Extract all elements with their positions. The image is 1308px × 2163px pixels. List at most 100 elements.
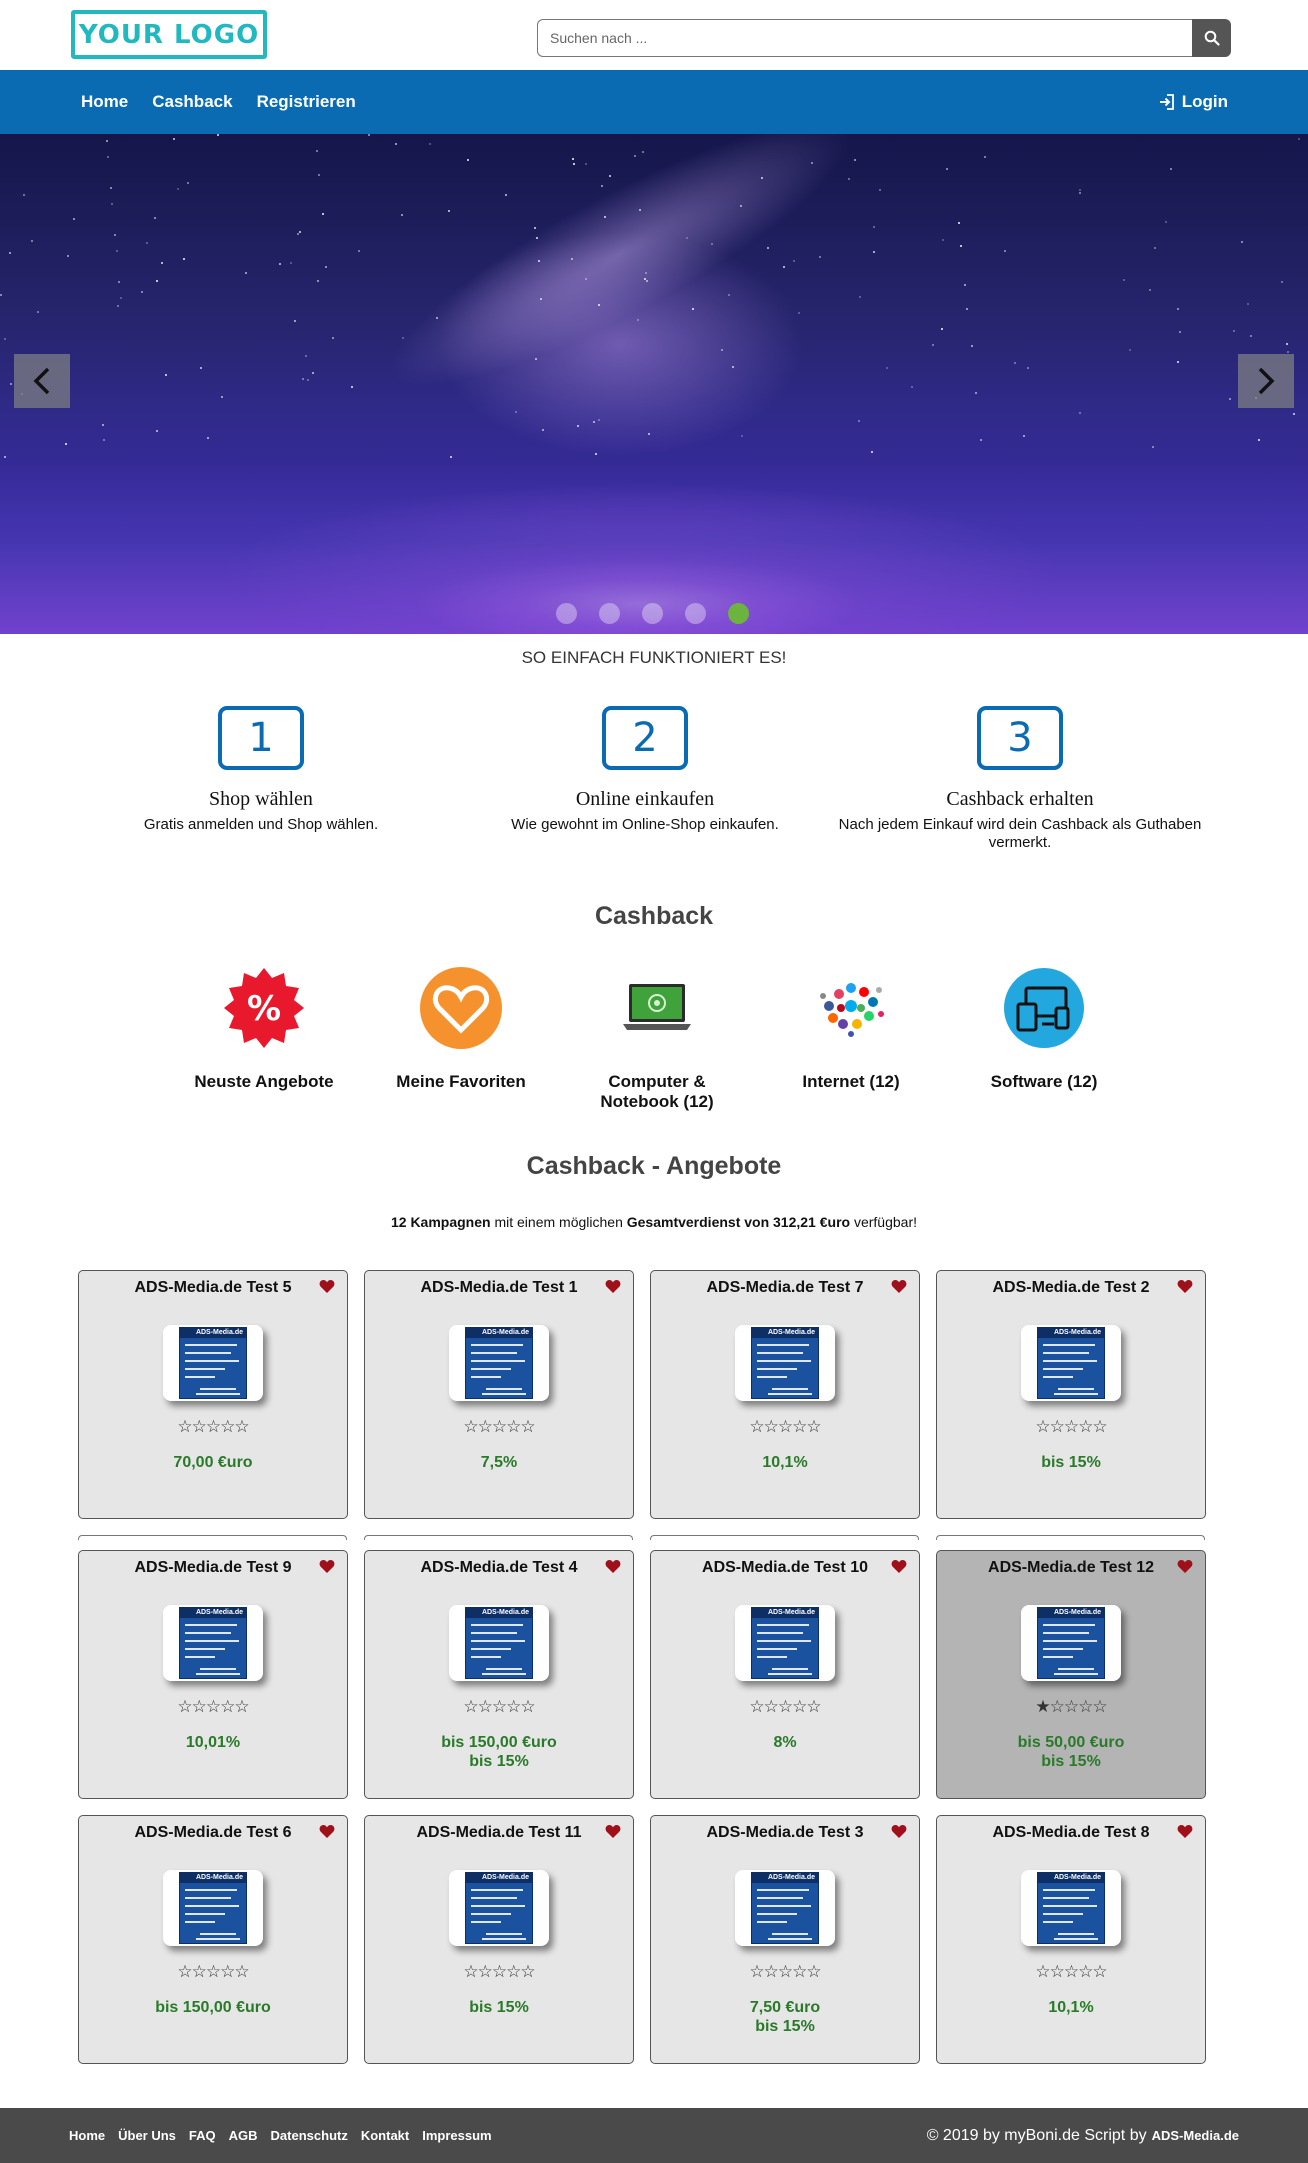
favorite-heart-icon[interactable] (1177, 1279, 1193, 1299)
footer-link-datenschutz[interactable]: Datenschutz (271, 2128, 348, 2143)
carousel-indicator[interactable] (599, 603, 620, 624)
favorite-heart-icon[interactable] (319, 1824, 335, 1844)
offer-card[interactable]: ADS-Media.de Test 12 ADS-Media.de ★☆☆☆☆ bis… (936, 1550, 1206, 1799)
offer-thumbnail[interactable]: ADS-Media.de (735, 1605, 835, 1681)
favorite-heart-icon[interactable] (891, 1559, 907, 1579)
footer-link-home[interactable]: Home (69, 2128, 105, 2143)
offer-card[interactable]: ADS-Media.de Test 7 ADS-Media.de ☆☆☆☆☆ 10,1… (650, 1270, 920, 1519)
offer-card[interactable]: ADS-Media.de Test 2 ADS-Media.de ☆☆☆☆☆ bis … (936, 1270, 1206, 1519)
nav-home[interactable]: Home (81, 92, 128, 112)
star-rating[interactable]: ☆☆☆☆☆ (651, 1962, 919, 1982)
offer-thumbnail[interactable]: ADS-Media.de (163, 1605, 263, 1681)
carousel-prev-button[interactable] (14, 354, 70, 408)
category-meine-favoriten[interactable]: Meine Favoriten (371, 966, 551, 1092)
nav-cashback[interactable]: Cashback (152, 92, 232, 112)
offer-card[interactable]: ADS-Media.de Test 6 ADS-Media.de ☆☆☆☆☆ bis … (78, 1815, 348, 2064)
footer-link-impressum[interactable]: Impressum (422, 2128, 491, 2143)
offer-thumbnail[interactable]: ADS-Media.de (1021, 1325, 1121, 1401)
category-computer-notebook[interactable]: Computer & Notebook (12) (567, 966, 747, 1112)
offer-thumbnail[interactable]: ADS-Media.de (735, 1325, 835, 1401)
offer-thumbnail[interactable]: ADS-Media.de (449, 1605, 549, 1681)
star-rating[interactable]: ☆☆☆☆☆ (651, 1417, 919, 1437)
carousel-indicator[interactable] (556, 603, 577, 624)
star-rating[interactable]: ☆☆☆☆☆ (365, 1962, 633, 1982)
favorite-heart-icon[interactable] (605, 1279, 621, 1299)
offer-name[interactable]: ADS-Media.de Test 11 (365, 1824, 633, 1842)
star-rating[interactable]: ☆☆☆☆☆ (937, 1417, 1205, 1437)
footer-link-ueber-uns[interactable]: Über Uns (118, 2128, 176, 2143)
login-link[interactable]: Login (1158, 70, 1228, 134)
step-description: Wie gewohnt im Online-Shop einkaufen. (511, 816, 779, 833)
offer-name[interactable]: ADS-Media.de Test 2 (937, 1279, 1205, 1297)
offer-card[interactable]: ADS-Media.de Test 3 ADS-Media.de ☆☆☆☆☆ 7,50… (650, 1815, 920, 2064)
footer-link-agb[interactable]: AGB (229, 2128, 258, 2143)
favorite-heart-icon[interactable] (1177, 1824, 1193, 1844)
offer-thumbnail[interactable]: ADS-Media.de (449, 1870, 549, 1946)
categories-title: Cashback (594, 902, 714, 930)
carousel-indicator[interactable] (642, 603, 663, 624)
offer-card[interactable]: ADS-Media.de Test 1 ADS-Media.de ☆☆☆☆☆ 7,5% (364, 1270, 634, 1519)
favorite-heart-icon[interactable] (1177, 1559, 1193, 1579)
copyright-brand[interactable]: ADS-Media.de (1152, 2128, 1239, 2143)
favorite-heart-icon[interactable] (891, 1279, 907, 1299)
thumbnail-header: ADS-Media.de (180, 1873, 246, 1883)
search-input[interactable] (537, 19, 1192, 57)
offer-card[interactable]: ADS-Media.de Test 9 ADS-Media.de ☆☆☆☆☆ 10,0… (78, 1550, 348, 1799)
category-label: Computer & Notebook (12) (600, 1072, 714, 1111)
offer-name[interactable]: ADS-Media.de Test 8 (937, 1824, 1205, 1842)
site-logo[interactable]: YOUR LOGO (71, 10, 267, 59)
favorite-heart-icon[interactable] (319, 1279, 335, 1299)
offer-card[interactable]: ADS-Media.de Test 5 ADS-Media.de ☆☆☆☆☆ 70,0… (78, 1270, 348, 1519)
carousel-indicator[interactable] (685, 603, 706, 624)
footer-link-kontakt[interactable]: Kontakt (361, 2128, 409, 2143)
offer-thumbnail[interactable]: ADS-Media.de (163, 1325, 263, 1401)
devices-icon (1002, 966, 1086, 1050)
offer-name[interactable]: ADS-Media.de Test 6 (79, 1824, 347, 1842)
star-rating[interactable]: ☆☆☆☆☆ (937, 1962, 1205, 1982)
nav-registrieren[interactable]: Registrieren (257, 92, 356, 112)
favorite-heart-icon[interactable] (605, 1824, 621, 1844)
star-rating[interactable]: ☆☆☆☆☆ (365, 1697, 633, 1717)
offer-card[interactable]: ADS-Media.de Test 11 ADS-Media.de ☆☆☆☆☆ bis… (364, 1815, 634, 2064)
offer-thumbnail[interactable]: ADS-Media.de (163, 1870, 263, 1946)
cashback-value-line: 10,01% (185, 1734, 241, 1751)
offer-name[interactable]: ADS-Media.de Test 4 (365, 1559, 633, 1577)
star-rating[interactable]: ☆☆☆☆☆ (79, 1697, 347, 1717)
footer-link-faq[interactable]: FAQ (189, 2128, 216, 2143)
offer-thumbnail[interactable]: ADS-Media.de (449, 1325, 549, 1401)
carousel-next-button[interactable] (1238, 354, 1294, 408)
thumbnail-graphic: ADS-Media.de (1037, 1327, 1105, 1399)
category-internet[interactable]: Internet (12) (761, 966, 941, 1092)
category-label: Meine Favoriten (396, 1072, 526, 1091)
copyright: © 2019 by myBoni.de Script by ADS-Media.… (927, 2108, 1239, 2163)
offer-name[interactable]: ADS-Media.de Test 3 (651, 1824, 919, 1842)
offer-name[interactable]: ADS-Media.de Test 7 (651, 1279, 919, 1297)
favorite-heart-icon[interactable] (605, 1559, 621, 1579)
favorite-heart-icon[interactable] (891, 1824, 907, 1844)
offer-card[interactable]: ADS-Media.de Test 4 ADS-Media.de ☆☆☆☆☆ bis … (364, 1550, 634, 1799)
offer-name[interactable]: ADS-Media.de Test 12 (937, 1559, 1205, 1577)
category-neuste-angebote[interactable]: % Neuste Angebote (174, 966, 354, 1092)
summary-text-end: verfügbar! (850, 1214, 918, 1230)
carousel-indicator[interactable] (728, 603, 749, 624)
offer-thumbnail[interactable]: ADS-Media.de (1021, 1605, 1121, 1681)
star-rating[interactable]: ★☆☆☆☆ (937, 1697, 1205, 1717)
star-rating[interactable]: ☆☆☆☆☆ (651, 1697, 919, 1717)
offer-thumbnail[interactable]: ADS-Media.de (735, 1870, 835, 1946)
cashback-value: 8% (651, 1733, 919, 1752)
star-rating[interactable]: ☆☆☆☆☆ (79, 1962, 347, 1982)
offer-name[interactable]: ADS-Media.de Test 10 (651, 1559, 919, 1577)
offer-thumbnail[interactable]: ADS-Media.de (1021, 1870, 1121, 1946)
offer-name[interactable]: ADS-Media.de Test 5 (79, 1279, 347, 1297)
offer-card[interactable]: ADS-Media.de Test 10 ADS-Media.de ☆☆☆☆☆ 8% (650, 1550, 920, 1799)
star-rating[interactable]: ☆☆☆☆☆ (365, 1417, 633, 1437)
category-software[interactable]: Software (12) (954, 966, 1134, 1092)
offer-name[interactable]: ADS-Media.de Test 1 (365, 1279, 633, 1297)
cashback-value: bis 50,00 €uro bis 15% (937, 1733, 1205, 1771)
offer-card[interactable]: ADS-Media.de Test 8 ADS-Media.de ☆☆☆☆☆ 10,1… (936, 1815, 1206, 2064)
star-rating[interactable]: ☆☆☆☆☆ (79, 1417, 347, 1437)
thumbnail-header: ADS-Media.de (1038, 1873, 1104, 1883)
offer-name[interactable]: ADS-Media.de Test 9 (79, 1559, 347, 1577)
favorite-heart-icon[interactable] (319, 1559, 335, 1579)
search-button[interactable] (1192, 19, 1231, 57)
